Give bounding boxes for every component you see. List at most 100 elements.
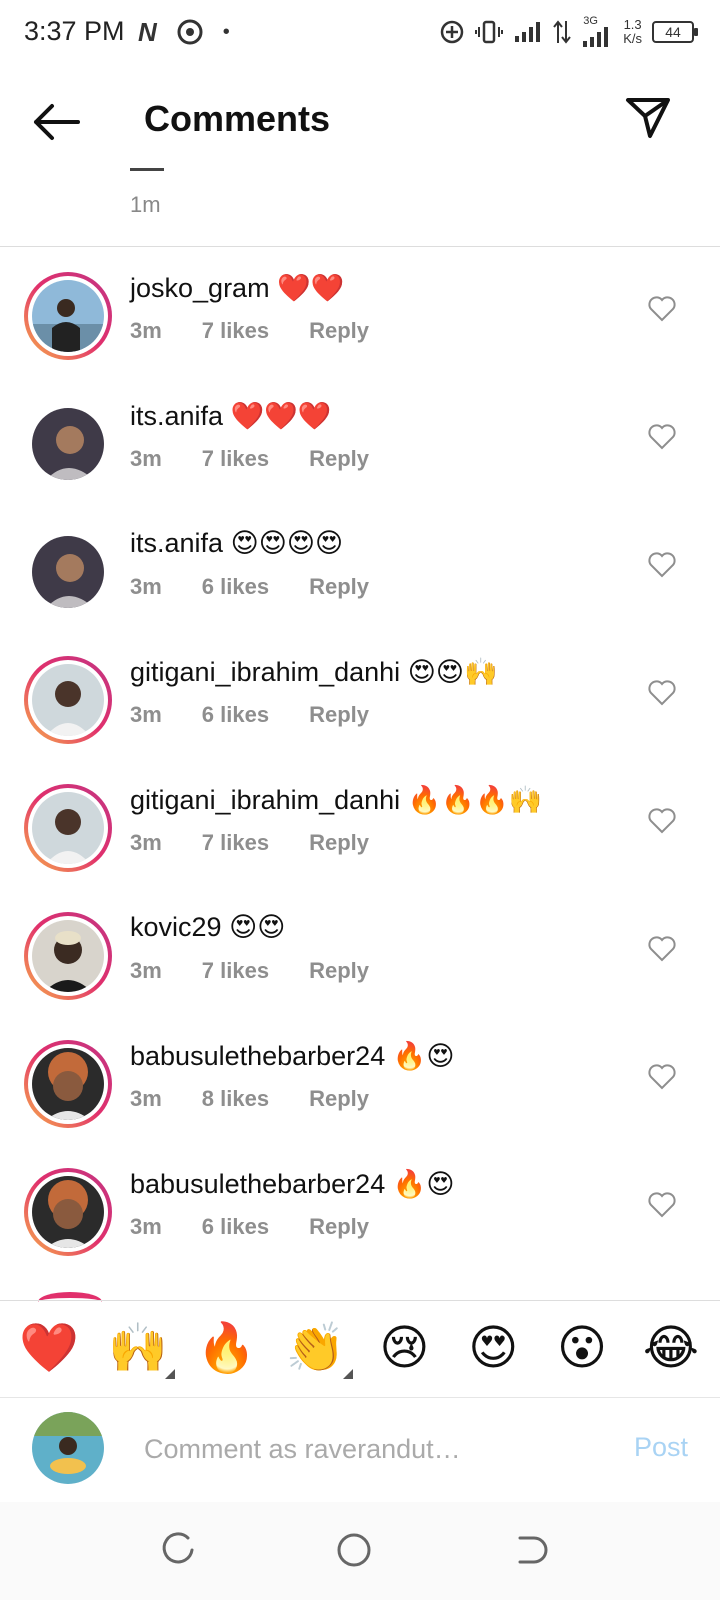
- comment-item: its.anifa ❤️❤️❤️ 3m 7 likes Reply: [0, 396, 720, 524]
- avatar-story-ring[interactable]: [24, 272, 112, 360]
- comment-likes[interactable]: 7 likes: [202, 318, 269, 344]
- back-nav-icon: [518, 1536, 548, 1564]
- comment-username[interactable]: babusulethebarber24: [130, 1041, 385, 1071]
- like-comment-button[interactable]: [648, 936, 676, 962]
- comment-likes[interactable]: 7 likes: [202, 830, 269, 856]
- comment-input[interactable]: [142, 1428, 606, 1470]
- avatar-wrapper[interactable]: [24, 528, 112, 616]
- vibrate-icon: [475, 20, 504, 44]
- like-comment-button[interactable]: [648, 424, 676, 450]
- post-button[interactable]: Post: [634, 1432, 688, 1463]
- avatar: [32, 1176, 104, 1248]
- avatar: [32, 536, 104, 608]
- avatar-story-ring[interactable]: [24, 1168, 112, 1256]
- like-comment-button[interactable]: [648, 680, 676, 706]
- data-saver-icon: [440, 20, 464, 44]
- caption-divider: [0, 246, 720, 247]
- avatar-wrapper[interactable]: [24, 400, 112, 488]
- home-circle-icon: [337, 1533, 371, 1567]
- current-user-avatar: [32, 1412, 104, 1484]
- avatar: [32, 1048, 104, 1120]
- emoji-tears-of-joy-button[interactable]: 😂: [640, 1325, 702, 1373]
- avatar: [32, 920, 104, 992]
- emoji-surprised-face-button[interactable]: 😮: [551, 1325, 613, 1373]
- caption-text-fragment: [130, 168, 164, 177]
- netflix-notification-icon: N: [138, 17, 157, 47]
- avatar-story-ring[interactable]: [24, 1040, 112, 1128]
- like-comment-button[interactable]: [648, 552, 676, 578]
- back-nav-button[interactable]: [510, 1530, 550, 1570]
- comment-text: 🔥😍: [392, 1169, 455, 1199]
- reply-button[interactable]: Reply: [309, 958, 369, 984]
- send-paper-plane-icon: [626, 98, 670, 138]
- comment-time: 3m: [130, 1086, 162, 1111]
- comment-likes[interactable]: 8 likes: [202, 1086, 269, 1112]
- comment-username[interactable]: its.anifa: [130, 401, 223, 431]
- reply-button[interactable]: Reply: [309, 574, 369, 600]
- comment-time: 3m: [130, 318, 162, 343]
- battery-icon: 44: [652, 21, 698, 43]
- emoji-red-heart-button[interactable]: ❤️: [18, 1325, 80, 1373]
- avatar-story-ring[interactable]: [24, 656, 112, 744]
- emoji-clapping-hands-button[interactable]: 👏: [285, 1325, 353, 1379]
- network-3g-icon: 3G: [581, 15, 613, 47]
- comment-composer: Post: [0, 1398, 720, 1502]
- skin-tone-indicator-icon: [342, 1369, 353, 1379]
- comment-time: 3m: [130, 702, 162, 727]
- emoji-heart-eyes-button[interactable]: 😍: [462, 1325, 524, 1373]
- comment-username[interactable]: babusulethebarber24: [130, 1169, 385, 1199]
- comment-text: 😍😍: [229, 912, 286, 942]
- comment-username[interactable]: kovic29: [130, 912, 222, 942]
- reply-button[interactable]: Reply: [309, 446, 369, 472]
- comment-text: ❤️❤️❤️: [230, 401, 332, 431]
- heart-outline-icon: [648, 936, 676, 962]
- emoji-fire-button[interactable]: 🔥: [196, 1325, 258, 1373]
- comment-time: 3m: [130, 830, 162, 855]
- signal-strength-icon: [515, 22, 541, 42]
- comment-likes[interactable]: 7 likes: [202, 446, 269, 472]
- status-bar: 3:37 PM N • 3G 1.3 K/s 44: [0, 0, 720, 64]
- avatar: [32, 408, 104, 480]
- reply-button[interactable]: Reply: [309, 1214, 369, 1240]
- comment-likes[interactable]: 7 likes: [202, 958, 269, 984]
- comment-username[interactable]: josko_gram: [130, 273, 270, 303]
- reply-button[interactable]: Reply: [309, 318, 369, 344]
- reply-button[interactable]: Reply: [309, 1086, 369, 1112]
- comment-likes[interactable]: 6 likes: [202, 702, 269, 728]
- comment-item: kovic29 😍😍 3m 7 likes Reply: [0, 908, 720, 1036]
- comment-time: 3m: [130, 958, 162, 983]
- comments-list[interactable]: josko_gram ❤️❤️ 3m 7 likes Reply its.ani…: [0, 268, 720, 1292]
- back-button[interactable]: [30, 102, 82, 142]
- avatar-story-ring[interactable]: [24, 784, 112, 872]
- comment-username[interactable]: gitigani_ibrahim_danhi: [130, 657, 400, 687]
- like-comment-button[interactable]: [648, 808, 676, 834]
- comment-username[interactable]: gitigani_ibrahim_danhi: [130, 785, 400, 815]
- comment-item: gitigani_ibrahim_danhi 🔥🔥🔥🙌 3m 7 likes R…: [0, 780, 720, 908]
- share-button[interactable]: [624, 94, 672, 142]
- comments-header: Comments: [0, 64, 720, 174]
- comment-time: 3m: [130, 446, 162, 471]
- comment-item: babusulethebarber24 🔥😍 3m 8 likes Reply: [0, 1036, 720, 1164]
- chrome-notification-icon: [177, 19, 203, 45]
- status-time: 3:37 PM: [24, 16, 125, 46]
- home-button[interactable]: [334, 1530, 374, 1570]
- comment-time: 3m: [130, 574, 162, 599]
- heart-outline-icon: [648, 680, 676, 706]
- comment-time: 3m: [130, 1214, 162, 1239]
- emoji-raised-hands-button[interactable]: 🙌: [107, 1325, 175, 1379]
- heart-outline-icon: [648, 552, 676, 578]
- like-comment-button[interactable]: [648, 1064, 676, 1090]
- reply-button[interactable]: Reply: [309, 702, 369, 728]
- recent-apps-button[interactable]: [158, 1530, 198, 1570]
- comment-username[interactable]: its.anifa: [130, 528, 223, 558]
- avatar: [32, 664, 104, 736]
- emoji-crying-face-button[interactable]: 😢: [373, 1325, 435, 1373]
- comment-likes[interactable]: 6 likes: [202, 574, 269, 600]
- comment-item: gitigani_ibrahim_danhi 😍😍🙌 3m 6 likes Re…: [0, 652, 720, 780]
- avatar-story-ring[interactable]: [24, 912, 112, 1000]
- comment-likes[interactable]: 6 likes: [202, 1214, 269, 1240]
- like-comment-button[interactable]: [648, 1192, 676, 1218]
- reply-button[interactable]: Reply: [309, 830, 369, 856]
- like-comment-button[interactable]: [648, 296, 676, 322]
- heart-outline-icon: [648, 424, 676, 450]
